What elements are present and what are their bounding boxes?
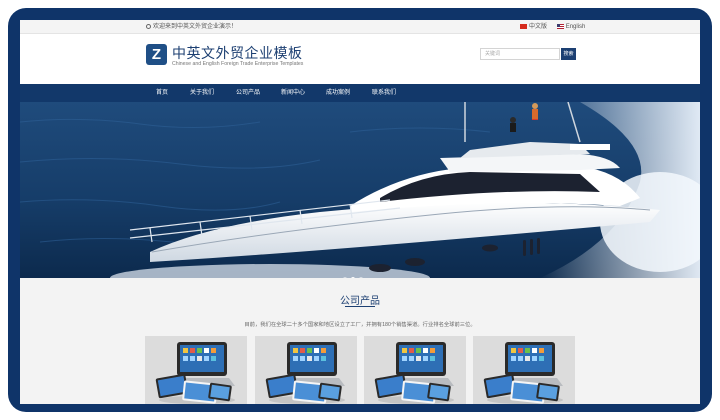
- browser-frame: 欢迎来到中英文外贸企业演示！ 中文版 English Z 中英文外贸企业模板 C…: [8, 8, 712, 412]
- top-bar: 欢迎来到中英文外贸企业演示！ 中文版 English: [20, 20, 700, 34]
- language-label: 中文版: [529, 24, 548, 30]
- slider-dots: [343, 268, 367, 278]
- banner-slider[interactable]: [20, 102, 700, 278]
- nav-item-products[interactable]: 公司产品: [236, 84, 260, 102]
- search-button[interactable]: 搜索: [561, 48, 576, 60]
- nav-item-about[interactable]: 关于我们: [190, 84, 214, 102]
- product-card[interactable]: [145, 336, 247, 404]
- language-label: English: [565, 24, 586, 30]
- search-input[interactable]: 关键词: [480, 48, 560, 60]
- products-description: 目前，我们在全球二十多个国家和地区设立了工厂，并拥有180个销售渠道。行业排名全…: [244, 322, 476, 328]
- speaker-icon: [146, 24, 151, 29]
- nav-item-cases[interactable]: 成功案例: [326, 84, 350, 102]
- main-nav: 首页 关于我们 公司产品 新闻中心 成功案例 联系我们: [20, 84, 700, 102]
- site-title[interactable]: 中英文外贸企业模板: [172, 43, 303, 63]
- us-flag-icon: [556, 24, 564, 29]
- site-subtitle: Chinese and English Foreign Trade Enterp…: [172, 61, 304, 67]
- product-card[interactable]: [255, 336, 357, 404]
- tablet-product-image: [255, 336, 357, 404]
- tablet-product-image: [473, 336, 575, 404]
- language-english[interactable]: English: [556, 20, 586, 34]
- product-card[interactable]: [473, 336, 575, 404]
- nav-item-home[interactable]: 首页: [156, 84, 168, 102]
- site-header: Z 中英文外贸企业模板 Chinese and English Foreign …: [20, 34, 700, 84]
- yacht-banner-image: [20, 102, 700, 278]
- title-underline: [345, 306, 375, 307]
- products-section: 公司产品 目前，我们在全球二十多个国家和地区设立了工厂，并拥有180个销售渠道。…: [20, 278, 700, 404]
- language-chinese[interactable]: 中文版: [520, 20, 547, 34]
- welcome-text: 欢迎来到中英文外贸企业演示！: [153, 24, 238, 30]
- nav-item-news[interactable]: 新闻中心: [281, 84, 305, 102]
- products-title: 公司产品: [340, 296, 380, 307]
- product-card[interactable]: [364, 336, 466, 404]
- nav-item-contact[interactable]: 联系我们: [372, 84, 396, 102]
- tablet-product-image: [145, 336, 247, 404]
- language-switcher: 中文版 English: [520, 20, 593, 34]
- tablet-product-image: [364, 336, 466, 404]
- welcome-notice: 欢迎来到中英文外贸企业演示！: [146, 20, 237, 34]
- logo-icon[interactable]: Z: [146, 44, 167, 65]
- china-flag-icon: [520, 24, 527, 29]
- page: 欢迎来到中英文外贸企业演示！ 中文版 English Z 中英文外贸企业模板 C…: [20, 20, 700, 404]
